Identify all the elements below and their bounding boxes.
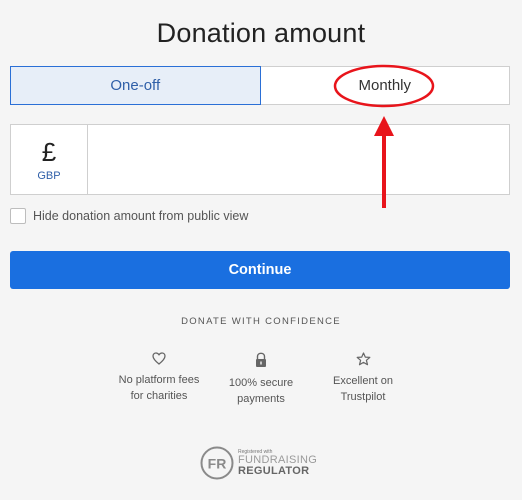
- lock-icon: [256, 352, 266, 367]
- feature-no-fees: No platform fees for charities: [104, 352, 214, 404]
- hide-amount-row: Hide donation amount from public view: [10, 208, 248, 224]
- frequency-toggle: One-off Monthly: [10, 66, 510, 105]
- regulator-line2: FUNDRAISING: [238, 453, 318, 466]
- feature-secure: 100% secure payments: [206, 352, 316, 407]
- continue-button[interactable]: Continue: [10, 251, 510, 289]
- feature-line: for charities: [130, 390, 188, 402]
- currency-selector[interactable]: £ GBP: [11, 125, 88, 194]
- svg-text:FR: FR: [208, 456, 227, 472]
- feature-line: No platform fees: [118, 374, 200, 386]
- currency-symbol: £: [41, 136, 57, 167]
- confidence-heading: DONATE WITH CONFIDENCE: [181, 316, 341, 327]
- star-icon: [356, 352, 370, 366]
- currency-code: GBP: [37, 169, 61, 182]
- feature-line: 100% secure: [228, 377, 294, 389]
- fundraising-regulator-logo: FR Registered with FUNDRAISING REGULATOR: [200, 446, 317, 480]
- heart-icon: [152, 352, 166, 365]
- regulator-line3: REGULATOR: [238, 464, 310, 477]
- hide-amount-checkbox[interactable]: [10, 208, 26, 224]
- fr-badge-icon: FR: [200, 446, 234, 480]
- amount-field: £ GBP: [10, 124, 510, 195]
- monthly-option[interactable]: Monthly: [260, 66, 510, 105]
- hide-amount-label[interactable]: Hide donation amount from public view: [33, 209, 248, 223]
- feature-line: payments: [237, 393, 285, 405]
- feature-line: Excellent on: [333, 375, 393, 387]
- one-off-option[interactable]: One-off: [10, 66, 261, 105]
- amount-input[interactable]: [88, 125, 509, 194]
- feature-trustpilot: Excellent on Trustpilot: [308, 352, 418, 405]
- feature-line: Trustpilot: [340, 391, 386, 403]
- page-title: Donation amount: [156, 18, 366, 48]
